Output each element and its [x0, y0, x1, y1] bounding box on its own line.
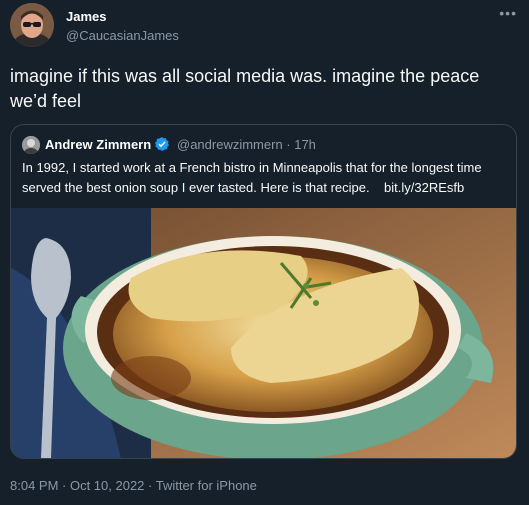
tweet-text: imagine if this was all social media was… [10, 66, 480, 111]
verified-badge-icon [154, 136, 170, 152]
quoted-link[interactable]: bit.ly/32REsfb [384, 180, 464, 195]
tweet-timestamp-source[interactable]: 8:04 PM · Oct 10, 2022 · Twitter for iPh… [10, 478, 257, 493]
quoted-handle-time: @andrewzimmern · 17h [177, 137, 316, 152]
author-avatar[interactable] [10, 3, 54, 47]
quoted-author-avatar [22, 136, 40, 154]
onion-soup-photo[interactable] [11, 208, 517, 459]
author-display-name[interactable]: James [66, 9, 106, 24]
author-handle[interactable]: @CaucasianJames [66, 28, 179, 43]
quoted-text-block: In 1992, I started work at a French bist… [22, 158, 507, 198]
quoted-display-name: Andrew Zimmern [45, 137, 152, 152]
quoted-tweet[interactable]: Andrew Zimmern @andrewzimmern · 17h In 1… [10, 124, 517, 459]
more-horizontal-icon[interactable]: ••• [499, 5, 517, 21]
